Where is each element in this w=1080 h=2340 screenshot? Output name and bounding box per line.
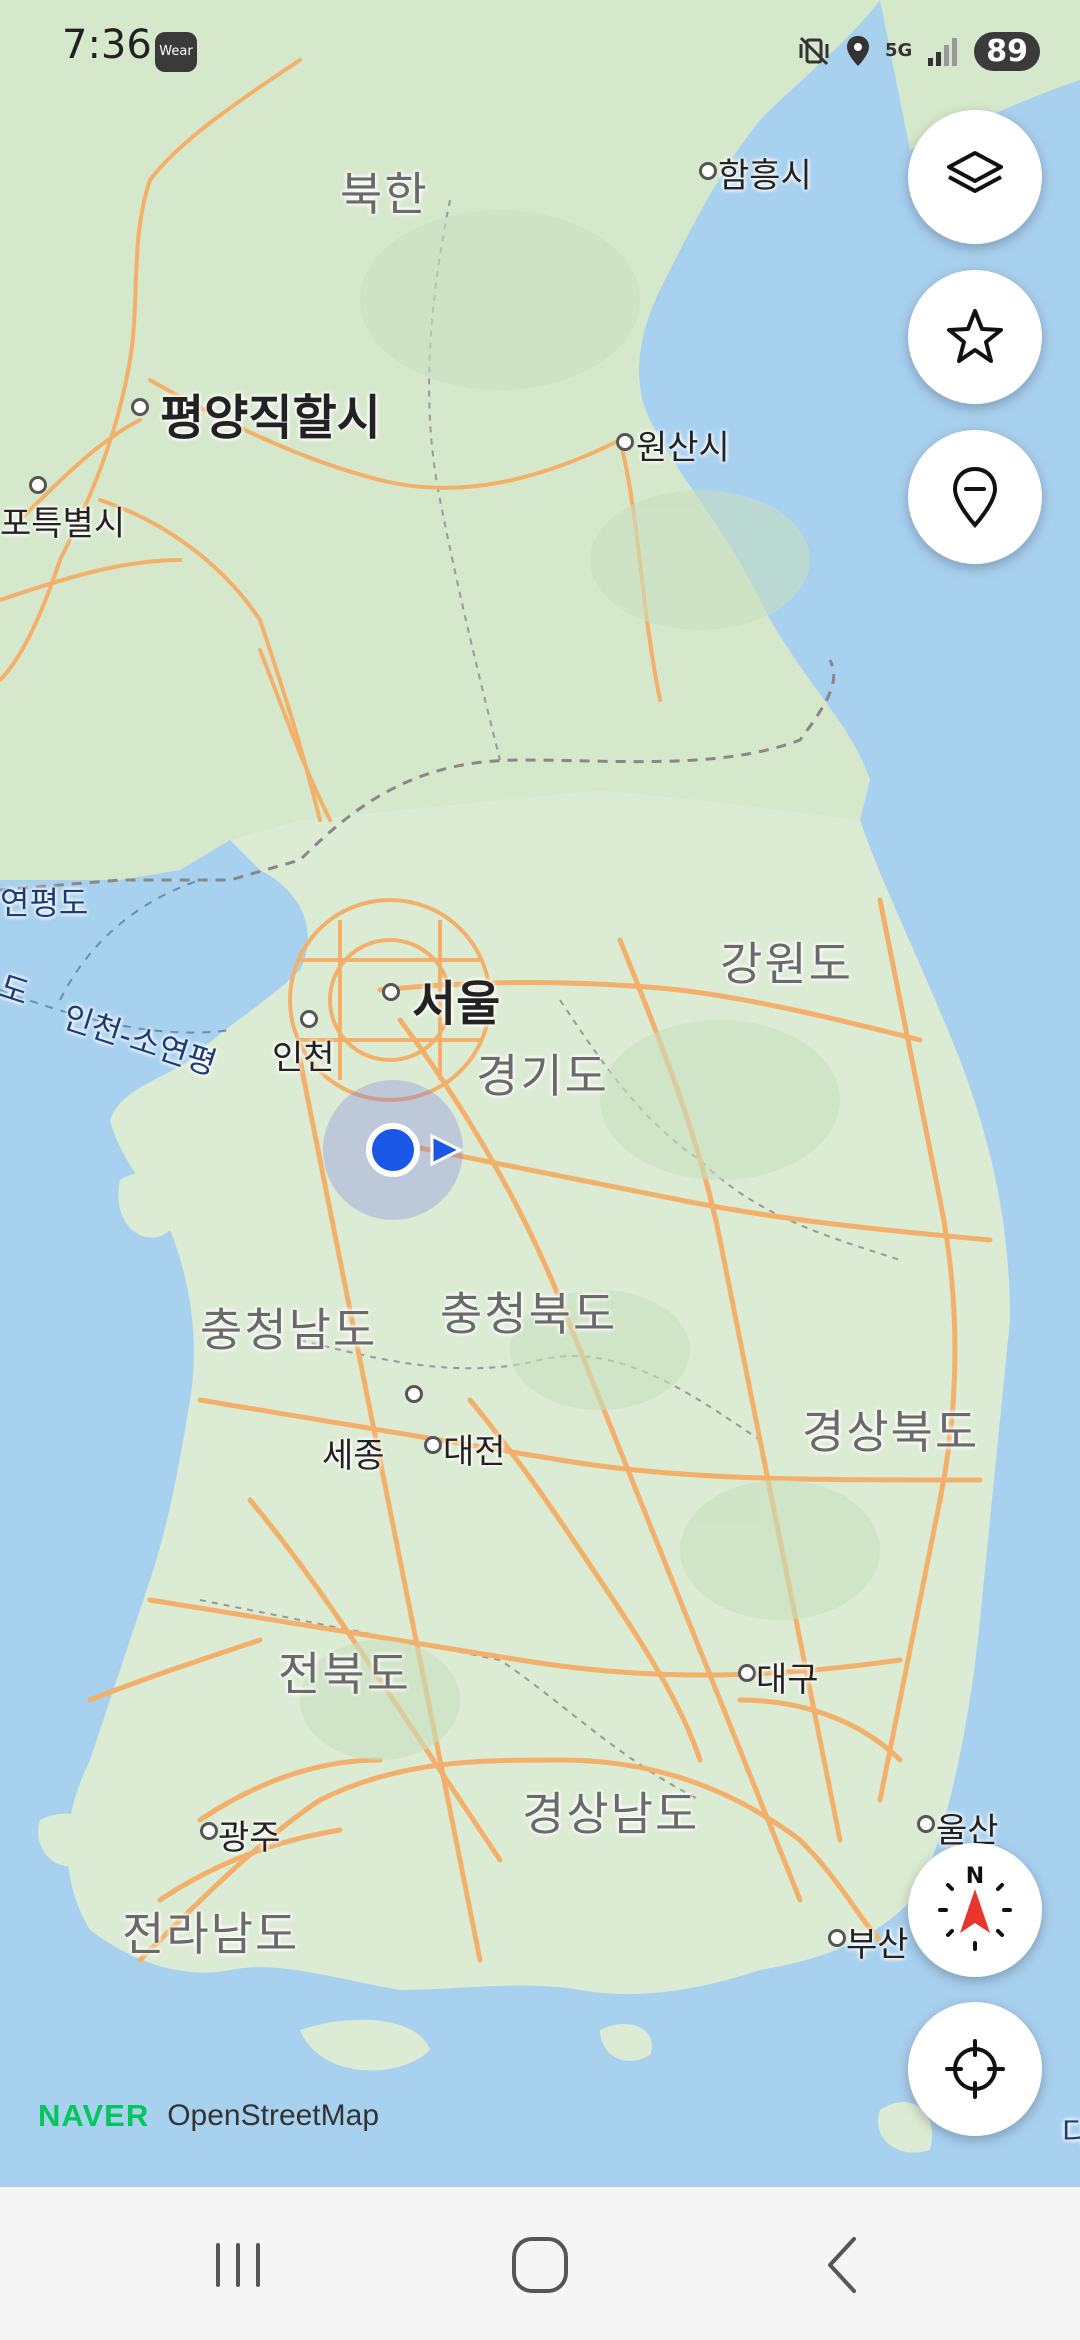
label-gwangju: 광주 [218,1818,281,1858]
label-seoul: 서울 [412,976,501,1032]
system-nav-bar [0,2187,1080,2340]
place-button[interactable] [908,430,1042,564]
label-chungnam: 충청남도 [200,1303,378,1357]
label-gyeongnam: 경상남도 [522,1787,700,1841]
label-daegu: 대구 [756,1660,819,1700]
label-hamheung: 함흥시 [718,156,812,196]
city-dot-daejeon [424,1436,442,1454]
city-dot-nampo [29,476,47,494]
label-jeonbuk: 전북도 [278,1647,411,1701]
wear-badge: Wear [155,32,197,72]
city-dot-pyongyang [131,398,149,416]
city-dot-incheon [300,1010,318,1028]
label-busan: 부산 [846,1925,909,1965]
map-attribution: NAVER OpenStreetMap [38,2098,379,2134]
recent-apps-icon[interactable] [200,2227,276,2303]
city-dot-ulsan [917,1815,935,1833]
5g-icon: 5G [884,40,913,61]
battery-icon: 89 [974,31,1040,71]
label-pyongyang: 평양직할시 [160,390,381,446]
label-sejong: 세종 [322,1436,385,1476]
label-jeonnam: 전라남도 [122,1907,300,1961]
star-icon [947,309,1003,363]
label-daejeon: 대전 [443,1432,506,1472]
city-dot-seoul [382,983,400,1001]
label-wonsan: 원산시 [636,428,730,468]
compass-north-label: N [966,1864,984,1889]
city-dot-hamheung [699,162,717,180]
label-chungbuk: 충청북도 [440,1287,618,1341]
status-icons: 5G 89 [797,26,1040,76]
mute-vibrate-icon [799,36,829,66]
user-location-dot [366,1123,420,1177]
layers-button[interactable] [908,110,1042,244]
back-icon[interactable] [806,2227,882,2303]
label-gyeongbuk: 경상북도 [802,1405,980,1459]
compass-icon: N [938,1864,1012,1951]
compass-button[interactable]: N [908,1843,1042,1977]
crosshair-icon [945,2039,1005,2099]
osm-credit[interactable]: OpenStreetMap [167,2099,379,2133]
label-right-edge: 다 [1062,2114,1080,2152]
label-north-korea: 북한 [340,167,429,221]
status-time: 7:36 [62,22,152,68]
label-gangwon: 강원도 [720,937,853,991]
signal-icon [928,38,958,66]
location-minus-icon [952,466,998,528]
my-location-button[interactable] [908,2002,1042,2136]
label-incheon: 인천 [272,1038,335,1078]
label-nampo: 포특별시 [0,504,126,544]
layers-icon [947,151,1003,193]
label-yeonpyeong: 연평도 [0,884,89,922]
home-icon[interactable] [502,2227,578,2303]
city-dot-sejong [405,1385,423,1403]
city-dot-gwangju [200,1822,218,1840]
label-gyeonggi: 경기도 [476,1049,609,1103]
naver-logo[interactable]: NAVER [38,2098,149,2134]
status-bar: 7:36 Wear 5G 89 [0,0,1080,100]
city-dot-wonsan [616,433,634,451]
favorites-button[interactable] [908,270,1042,404]
city-dot-busan [828,1929,846,1947]
city-dot-daegu [738,1664,756,1682]
location-icon [846,36,869,66]
